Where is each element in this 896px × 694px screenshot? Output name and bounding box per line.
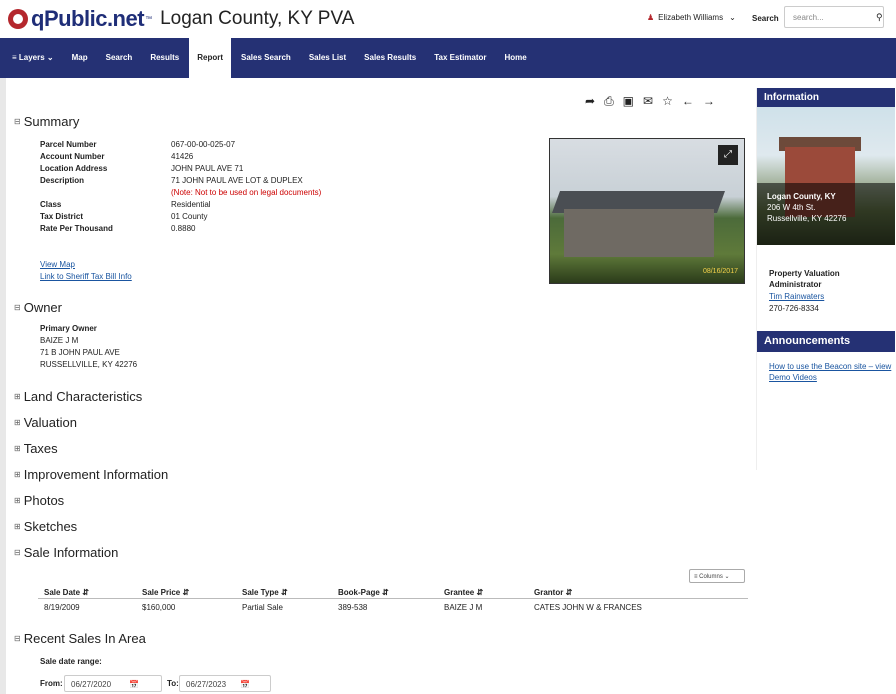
table-cell: BAIZE J M — [444, 603, 483, 612]
expand-icon: ⊞ — [14, 470, 21, 479]
search-label: Search — [752, 14, 779, 23]
arrow-right-icon[interactable]: → — [703, 94, 715, 109]
announcement-link-cont[interactable]: Demo Videos — [769, 373, 817, 382]
report-main: ➦ ⎙ ▣ ✉ ☆ ← → ⊟ Summary Parcel Number 067-… — [8, 78, 752, 694]
calendar-icon: 📅 — [129, 680, 140, 689]
from-label: From: — [40, 679, 63, 688]
expand-icon: ⊞ — [14, 444, 21, 453]
collapse-icon: ⊟ — [14, 303, 21, 312]
valuation-header[interactable]: ⊞ Valuation — [14, 415, 77, 430]
brand-logo[interactable]: qPublic.net ™ Logan County, KY PVA — [8, 6, 354, 32]
to-label: To: — [167, 679, 179, 688]
parcel-photo[interactable]: ⤢ 08/16/2017 — [549, 138, 745, 284]
expand-icon: ⊞ — [14, 392, 21, 401]
table-cell: 8/19/2009 — [44, 603, 80, 612]
taxes-header[interactable]: ⊞ Taxes — [14, 441, 58, 456]
nav-results[interactable]: Results — [150, 38, 179, 78]
collapse-icon: ⊟ — [14, 117, 21, 126]
nav-map[interactable]: Map — [72, 38, 88, 78]
admin-link[interactable]: Tim Rainwaters — [769, 292, 824, 301]
nav-tax-estimator[interactable]: Tax Estimator — [434, 38, 486, 78]
star-icon[interactable]: ☆ — [662, 94, 673, 109]
user-menu[interactable]: ♟ Elizabeth Williams ⌄ — [647, 13, 736, 22]
qpublic-logo-icon — [8, 9, 28, 29]
chevron-down-icon: ⌄ — [729, 13, 736, 22]
collapse-icon: ⊟ — [14, 548, 21, 557]
view-map-link[interactable]: View Map — [40, 260, 75, 269]
nav-home[interactable]: Home — [505, 38, 527, 78]
owner-addr1: 71 B JOHN PAUL AVE — [40, 348, 120, 357]
information-header: Information — [757, 88, 895, 107]
nav-sales-results[interactable]: Sales Results — [364, 38, 416, 78]
improvement-header[interactable]: ⊞ Improvement Information — [14, 467, 168, 482]
main-nav: ≡ Layers ⌄ Map Search Results Report Sal… — [0, 38, 896, 78]
col-sale-price[interactable]: Sale Price ⇵ — [142, 588, 189, 597]
info-panel: Information Logan County, KY 206 W 4th S… — [756, 88, 895, 470]
summary-header[interactable]: ⊟ Summary — [14, 114, 79, 129]
photo-house — [564, 209, 714, 257]
image-icon[interactable]: ▣ — [623, 94, 634, 109]
nav-sales-search[interactable]: Sales Search — [241, 38, 291, 78]
announcements-header: Announcements — [757, 331, 895, 352]
report-toolbar: ➦ ⎙ ▣ ✉ ☆ ← → — [585, 94, 724, 109]
table-cell: 389-538 — [338, 603, 368, 612]
print-icon[interactable]: ⎙ — [604, 94, 614, 109]
sketches-header[interactable]: ⊞ Sketches — [14, 519, 77, 534]
expand-icon: ⊞ — [14, 418, 21, 427]
expand-icon[interactable]: ⤢ — [718, 145, 738, 165]
recent-sales-header[interactable]: ⊟ Recent Sales In Area — [14, 631, 146, 646]
calendar-icon: 📅 — [240, 680, 251, 689]
email-icon[interactable]: ✉ — [643, 94, 653, 109]
table-cell: Partial Sale — [242, 603, 283, 612]
table-cell: CATES JOHN W & FRANCES — [534, 603, 642, 612]
search-icon[interactable]: ⚲ — [876, 12, 883, 23]
nav-report[interactable]: Report — [189, 38, 231, 78]
sheriff-tax-link[interactable]: Link to Sheriff Tax Bill Info — [40, 272, 132, 281]
expand-icon: ⊞ — [14, 496, 21, 505]
col-sale-type[interactable]: Sale Type ⇵ — [242, 588, 288, 597]
share-icon[interactable]: ➦ — [585, 94, 595, 109]
col-book-page[interactable]: Book-Page ⇵ — [338, 588, 389, 597]
date-range-label: Sale date range: — [40, 657, 102, 666]
expand-icon: ⊞ — [14, 522, 21, 531]
from-date-input[interactable]: 06/27/2020 📅 — [64, 675, 162, 692]
user-name: Elizabeth Williams — [658, 13, 724, 22]
land-header[interactable]: ⊞ Land Characteristics — [14, 389, 142, 404]
sale-info-header[interactable]: ⊟ Sale Information — [14, 545, 118, 560]
collapse-icon: ⊟ — [14, 634, 21, 643]
owner-header[interactable]: ⊟ Owner — [14, 300, 62, 315]
table-cell: $160,000 — [142, 603, 176, 612]
nav-sales-list[interactable]: Sales List — [309, 38, 346, 78]
photo-date: 08/16/2017 — [702, 268, 738, 275]
owner-addr2: RUSSELLVILLE, KY 42276 — [40, 360, 138, 369]
col-grantor[interactable]: Grantor ⇵ — [534, 588, 572, 597]
trademark: ™ — [145, 15, 153, 23]
left-strip — [0, 78, 6, 694]
announcement-link[interactable]: How to use the Beacon site – view — [769, 362, 891, 371]
pva-title-1: Property Valuation — [769, 269, 840, 278]
brand-name: qPublic.net — [31, 6, 145, 31]
top-header: qPublic.net ™ Logan County, KY PVA ♟ Eli… — [0, 0, 896, 38]
county-title: Logan County, KY PVA — [160, 8, 355, 29]
col-sale-date[interactable]: Sale Date ⇵ — [44, 588, 89, 597]
owner-name: BAIZE J M — [40, 336, 79, 345]
table-divider — [38, 598, 748, 599]
pva-title-2: Administrator — [769, 280, 822, 289]
nav-layers[interactable]: ≡ Layers ⌄ — [12, 38, 54, 78]
pva-office-photo: Logan County, KY 206 W 4th St. Russellvi… — [757, 107, 895, 245]
user-icon: ♟ — [647, 13, 655, 22]
arrow-left-icon[interactable]: ← — [682, 94, 694, 109]
to-date-input[interactable]: 06/27/2023 📅 — [179, 675, 271, 692]
nav-search[interactable]: Search — [106, 38, 133, 78]
office-caption: Logan County, KY 206 W 4th St. Russellvi… — [757, 183, 895, 245]
photos-header[interactable]: ⊞ Photos — [14, 493, 64, 508]
col-grantee[interactable]: Grantee ⇵ — [444, 588, 483, 597]
admin-phone: 270-726-8334 — [769, 304, 819, 313]
columns-button[interactable]: ≡ Columns ⌄ — [689, 569, 745, 583]
search-input[interactable]: search... — [784, 6, 884, 28]
primary-owner-label: Primary Owner — [40, 324, 97, 333]
